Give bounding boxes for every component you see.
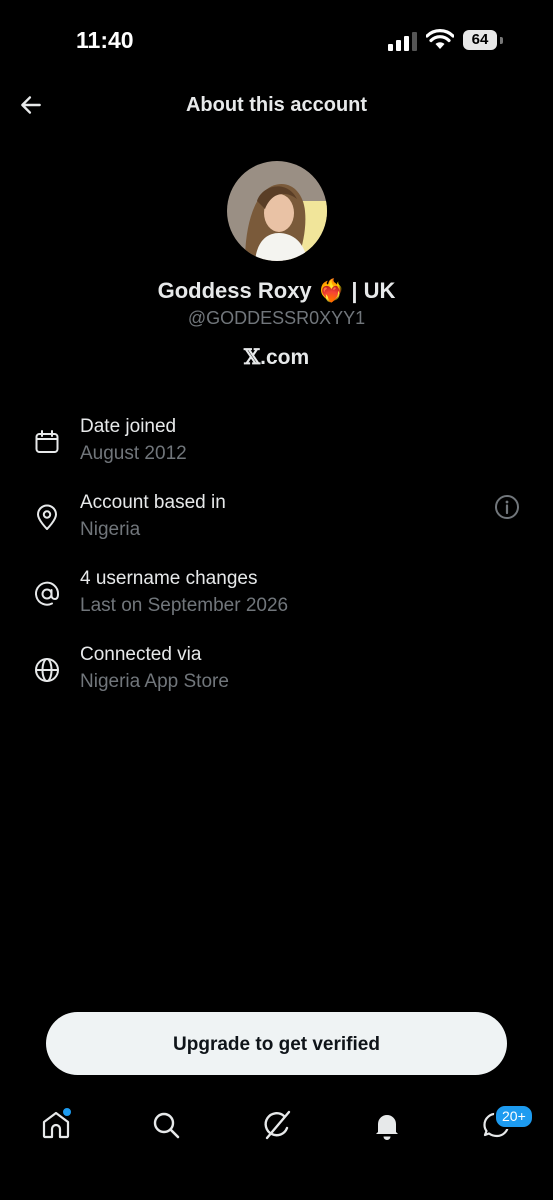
wifi-icon <box>426 29 454 49</box>
detail-label: Account based in <box>80 492 226 513</box>
display-name: Goddess Roxy ❤️‍🔥 | UK <box>0 278 553 304</box>
site-domain: 𝕏.com <box>0 344 553 370</box>
battery-indicator: 64 <box>463 30 497 50</box>
detail-value: August 2012 <box>80 443 187 464</box>
detail-value: Nigeria App Store <box>80 671 229 692</box>
notifications-bell-icon[interactable] <box>370 1108 404 1142</box>
status-time: 11:40 <box>76 27 134 53</box>
search-icon[interactable] <box>149 1108 183 1142</box>
globe-icon <box>35 658 59 682</box>
home-unread-dot <box>61 1106 73 1118</box>
heart-on-fire-emoji: ❤️‍🔥 <box>317 278 346 303</box>
detail-label: Connected via <box>80 644 202 665</box>
avatar-image <box>227 161 327 261</box>
detail-row-date-joined: Date joined August 2012 <box>0 416 553 476</box>
detail-row-account-location: Account based in Nigeria <box>0 492 553 552</box>
upgrade-verified-button[interactable]: Upgrade to get verified <box>46 1012 507 1075</box>
detail-value: Nigeria <box>80 519 141 540</box>
detail-row-username-changes: 4 username changes Last on September 202… <box>0 568 553 628</box>
detail-label: 4 username changes <box>80 568 258 589</box>
calendar-icon <box>35 430 59 453</box>
site-domain-suffix: .com <box>260 346 310 369</box>
status-bar: 11:40 64 <box>0 0 553 80</box>
battery-tip <box>500 37 503 44</box>
at-sign-icon <box>35 581 60 606</box>
messages-count-badge: 20+ <box>494 1104 534 1129</box>
detail-value: Last on September 2026 <box>80 595 289 616</box>
detail-row-connected-via: Connected via Nigeria App Store <box>0 644 553 704</box>
username-handle: @GODDESSR0XYY1 <box>187 308 366 328</box>
x-logo-icon: 𝕏 <box>243 344 261 369</box>
info-icon[interactable] <box>494 494 520 520</box>
detail-label: Date joined <box>80 416 177 437</box>
bottom-nav <box>0 1100 553 1200</box>
page-title: About this account <box>185 94 368 116</box>
avatar <box>227 161 327 261</box>
battery-level: 64 <box>471 31 489 48</box>
display-name-text: Goddess Roxy <box>157 278 312 303</box>
cellular-signal-icon <box>388 32 417 51</box>
display-name-suffix: | UK <box>351 278 396 303</box>
location-pin-icon <box>37 504 57 530</box>
grok-icon[interactable] <box>260 1108 294 1142</box>
